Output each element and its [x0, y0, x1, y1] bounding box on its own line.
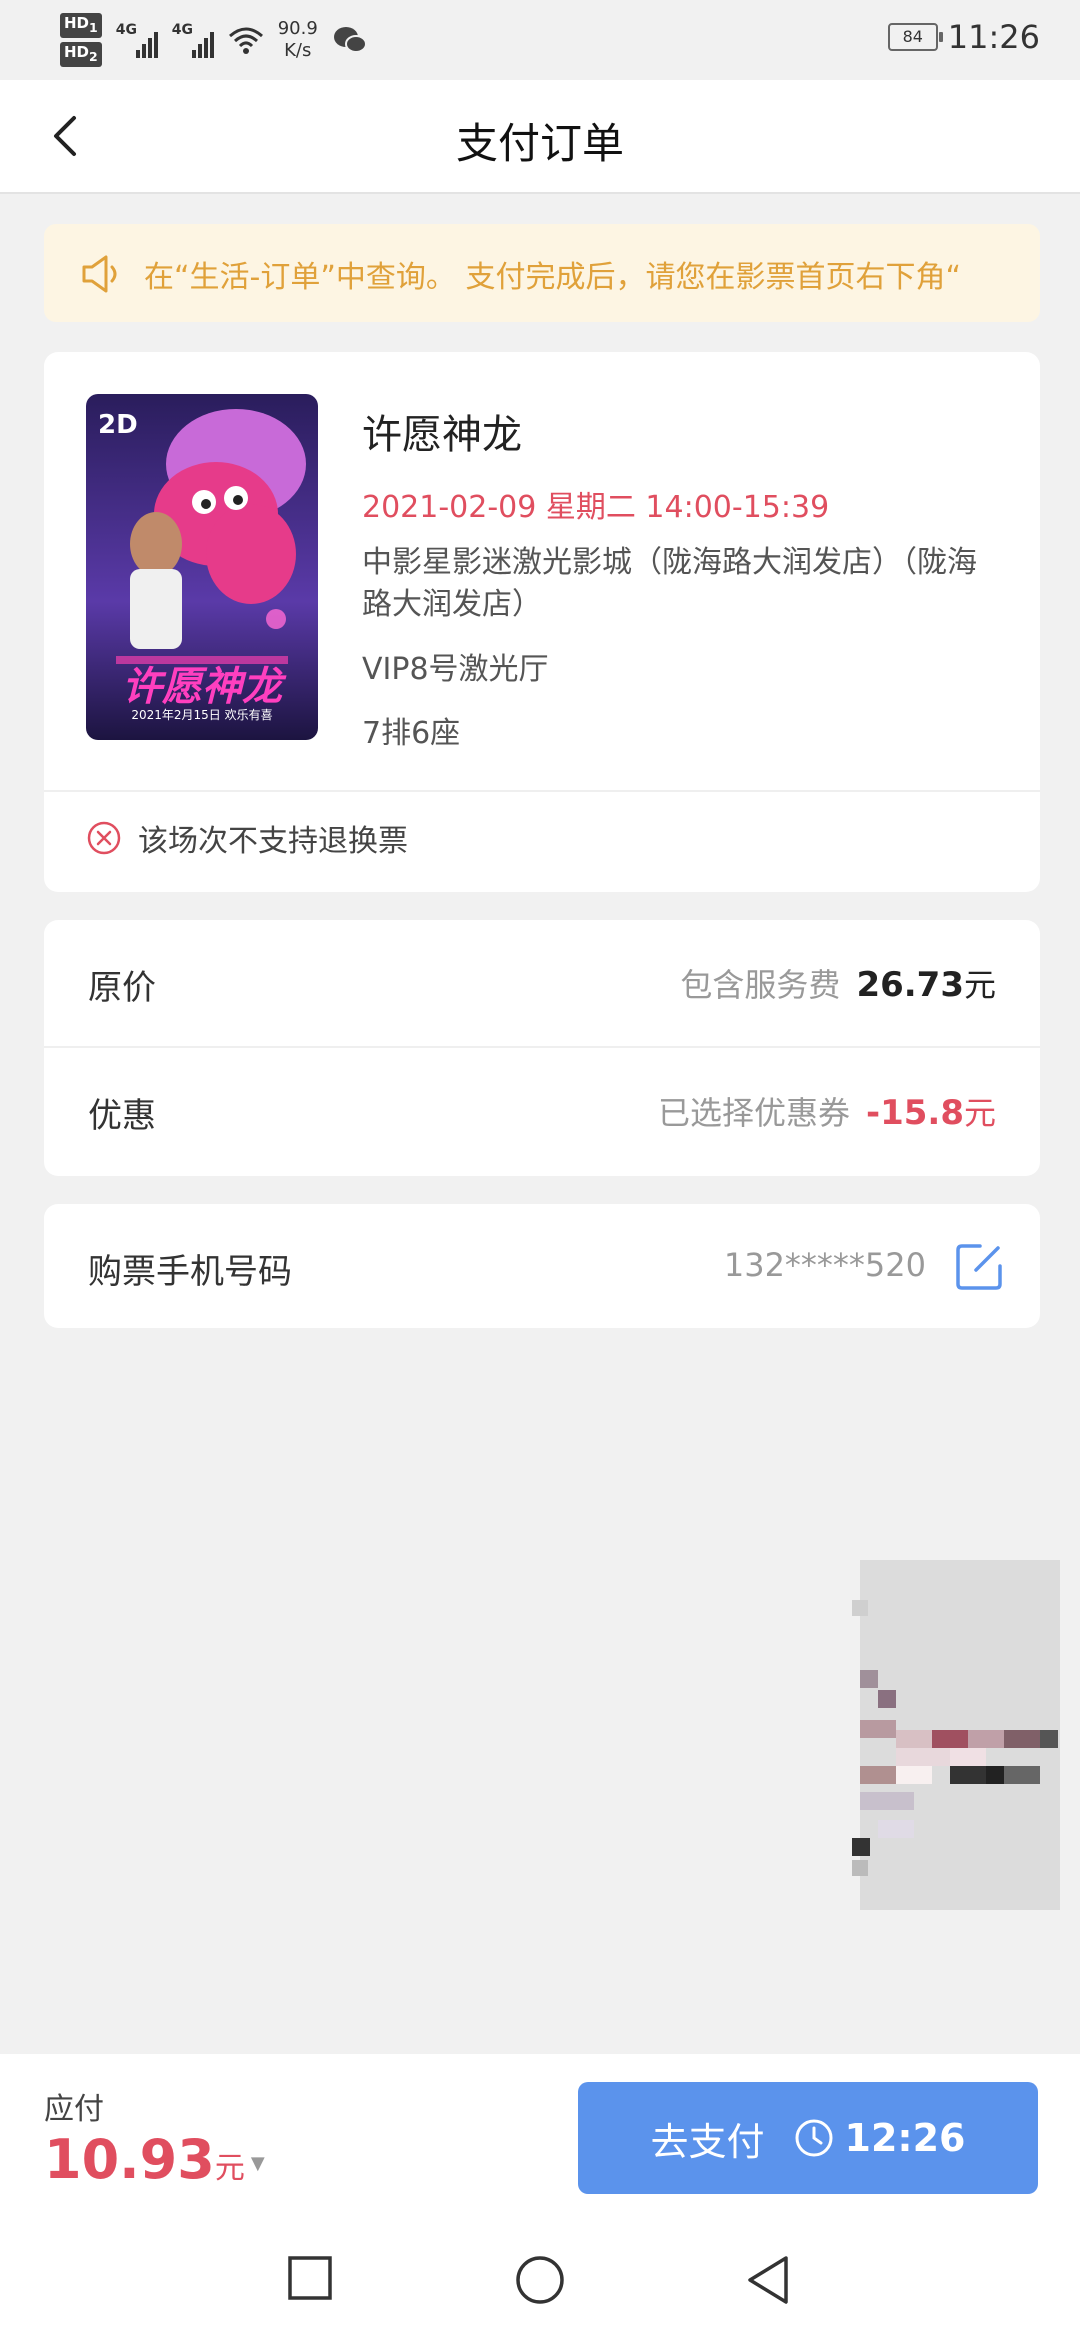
- showtime: 2021-02-09 星期二 14:00-15:39: [362, 490, 830, 525]
- clock-icon: [795, 2119, 833, 2157]
- poster-badge: 2D: [98, 410, 138, 440]
- refund-text: 该场次不支持退换票: [138, 824, 408, 859]
- original-price-value: 包含服务费 26.73元: [680, 960, 996, 1006]
- discount-value: 已选择优惠券 -15.8元: [658, 1088, 996, 1134]
- network2-label: 4G: [171, 22, 193, 38]
- network1-label: 4G: [115, 22, 137, 38]
- status-bar: HD1 HD2 4G 4G 90.9 K/s 84 11:26: [0, 0, 1080, 80]
- pay-button-label: 去支付: [650, 2119, 765, 2164]
- chevron-down-icon: ▼: [250, 2152, 265, 2174]
- status-right: 84 11:26: [887, 18, 1040, 56]
- discount-row[interactable]: 优惠 已选择优惠券 -15.8元: [44, 1048, 1040, 1176]
- service-fee-note: 包含服务费: [680, 966, 841, 1004]
- total-amount[interactable]: 10.93元 ▼: [44, 2128, 265, 2191]
- countdown-timer: 12:26: [793, 2116, 966, 2160]
- seat-info: 7排6座: [362, 716, 461, 751]
- price-card: 原价 包含服务费 26.73元 优惠 已选择优惠券 -15.8元: [44, 920, 1040, 1176]
- recents-square-icon[interactable]: [286, 2254, 334, 2302]
- network-speed: 90.9 K/s: [277, 18, 318, 61]
- payable-label: 应付: [44, 2092, 104, 2127]
- discount-amount: -15.8元: [865, 1093, 996, 1133]
- wifi-icon: [228, 27, 263, 54]
- phone-number: 132*****520: [723, 1246, 926, 1284]
- page-title: 支付订单: [455, 119, 624, 168]
- hall-name: VIP8号激光厅: [362, 652, 549, 687]
- movie-card: 2D 许愿神龙 2021年2月15日 欢乐有喜 许愿神龙 2021-02-09 …: [44, 352, 1040, 892]
- cinema-name: 中影星影迷激光影城（陇海路大润发店）（陇海路大润发店）: [362, 545, 977, 622]
- sim-indicators: HD1 HD2: [60, 13, 102, 67]
- home-circle-icon[interactable]: [514, 2254, 566, 2306]
- phone-card: 购票手机号码 132*****520: [44, 1204, 1040, 1328]
- poster-date: 2021年2月15日 欢乐有喜: [131, 708, 273, 722]
- signal-icon: 4G: [172, 22, 214, 58]
- original-amount: 26.73元: [856, 965, 996, 1005]
- sim1-badge: HD1: [60, 13, 102, 38]
- phone-label: 购票手机号码: [88, 1252, 292, 1292]
- coupon-note: 已选择优惠券: [657, 1094, 850, 1132]
- notice-banner: 在“生活-订单”中查询。 支付完成后，请您在影票首页右下角“: [44, 224, 1040, 322]
- timer-value: 12:26: [844, 2116, 966, 2160]
- clock: 11:26: [947, 18, 1040, 56]
- system-nav-bar: [0, 2214, 1080, 2340]
- pay-button[interactable]: 去支付 12:26: [578, 2082, 1038, 2194]
- refund-note: 该场次不支持退换票: [86, 816, 408, 860]
- sim2-badge: HD2: [60, 42, 102, 67]
- original-price-label: 原价: [88, 968, 156, 1008]
- back-triangle-icon[interactable]: [744, 2254, 792, 2306]
- notice-text: 在“生活-订单”中查询。 支付完成后，请您在影票首页右下角“: [144, 260, 961, 295]
- movie-poster: 2D 许愿神龙 2021年2月15日 欢乐有喜: [86, 394, 318, 740]
- divider: [44, 790, 1040, 792]
- floating-widget[interactable]: [852, 1560, 1072, 1920]
- edit-icon[interactable]: [952, 1240, 1006, 1294]
- speaker-icon: [82, 255, 117, 293]
- battery-indicator: 84: [887, 23, 943, 51]
- nav-bar: 支付订单: [0, 80, 1080, 194]
- status-left: HD1 HD2 4G 4G 90.9 K/s: [60, 10, 368, 70]
- close-circle-icon: [87, 821, 121, 855]
- original-price-row: 原价 包含服务费 26.73元: [44, 920, 1040, 1048]
- wechat-icon: [333, 27, 367, 53]
- pay-footer: 应付 10.93元 ▼ 去支付 12:26: [0, 2054, 1080, 2214]
- signal-icon: 4G: [116, 22, 158, 58]
- poster-title: 许愿神龙: [122, 664, 282, 710]
- discount-label: 优惠: [88, 1096, 156, 1136]
- movie-title: 许愿神龙: [362, 412, 522, 458]
